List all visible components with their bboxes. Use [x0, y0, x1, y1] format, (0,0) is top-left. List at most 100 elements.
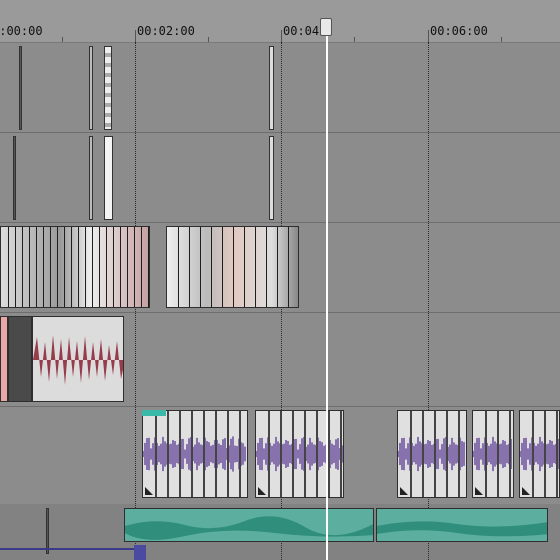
clip-frame-divider: [328, 411, 330, 497]
clip-frame-divider: [288, 227, 289, 307]
clip-frame-divider: [78, 227, 79, 307]
waveform: [473, 436, 512, 472]
clip-frame-divider: [244, 227, 245, 307]
waveform: [143, 436, 246, 472]
clip-frame-divider: [155, 411, 157, 497]
audio-clip-teal[interactable]: [124, 508, 374, 542]
audio-clip[interactable]: [8, 316, 32, 402]
clip-marker[interactable]: [19, 46, 22, 130]
envelope-handle[interactable]: [134, 545, 146, 560]
clip-frame-divider: [485, 411, 487, 497]
clip-frame-divider: [277, 227, 278, 307]
clip[interactable]: [269, 46, 274, 130]
video-clip-thumbnails[interactable]: [166, 226, 299, 308]
ruler-label-2min: 00:02:00: [137, 24, 195, 38]
clip-frame-divider: [222, 227, 223, 307]
clip-frame-divider: [189, 227, 190, 307]
ruler-label-0: 0:00:00: [0, 24, 43, 38]
clip-frame-divider: [203, 411, 205, 497]
audio-clip-purple[interactable]: [142, 410, 248, 498]
clip-frame-divider: [71, 227, 72, 307]
clip-corner-marker: [475, 487, 483, 495]
waveform: [520, 436, 559, 472]
playhead-handle[interactable]: [320, 18, 332, 36]
clip[interactable]: [104, 46, 112, 130]
clip-corner-marker: [145, 487, 153, 495]
clip-frame-divider: [148, 227, 149, 307]
clip-frame-divider: [233, 227, 234, 307]
clip-frame-divider: [92, 227, 93, 307]
clip-frame-divider: [200, 227, 201, 307]
clip-frame-divider: [8, 227, 9, 307]
clip-frame-divider: [178, 227, 179, 307]
clip-frame-divider: [215, 411, 217, 497]
clip-frame-divider: [43, 227, 44, 307]
clip-corner-marker: [400, 487, 408, 495]
clip-frame-divider: [292, 411, 294, 497]
clip-frame-divider: [106, 227, 107, 307]
audio-clip-purple[interactable]: [472, 410, 514, 498]
clip-frame-divider: [458, 411, 460, 497]
clip-corner-marker: [258, 487, 266, 495]
audio-clip-purple[interactable]: [397, 410, 467, 498]
clip[interactable]: [89, 136, 93, 220]
clip-frame-divider: [167, 411, 169, 497]
clip-frame-divider: [191, 411, 193, 497]
clip-frame-divider: [532, 411, 534, 497]
clip-frame-divider: [410, 411, 412, 497]
audio-clip-red-waveform[interactable]: [32, 316, 124, 402]
ruler-tick: [135, 30, 136, 42]
clip-frame-divider: [127, 227, 128, 307]
audio-clip-purple[interactable]: [519, 410, 560, 498]
clip[interactable]: [89, 46, 93, 130]
clip-frame-divider: [141, 227, 142, 307]
clip-frame-divider: [304, 411, 306, 497]
clip-frame-divider: [227, 411, 229, 497]
clip-frame-divider: [179, 411, 181, 497]
clip-frame-divider: [113, 227, 114, 307]
clip-frame-divider: [99, 227, 100, 307]
track-1[interactable]: [0, 42, 560, 133]
time-ruler[interactable]: 0:00:00 00:02:00 00:04: 00:06:00: [0, 0, 560, 43]
clip-frame-divider: [120, 227, 121, 307]
clip-frame-divider: [15, 227, 16, 307]
waveform: [398, 436, 465, 472]
waveform: [125, 516, 373, 540]
clip-fade-handle[interactable]: [142, 410, 166, 416]
clip-frame-divider: [64, 227, 65, 307]
timeline-editor[interactable]: 0:00:00 00:02:00 00:04: 00:06:00: [0, 0, 560, 560]
clip[interactable]: [269, 136, 274, 220]
clip-frame-divider: [544, 411, 546, 497]
clip-frame-divider: [134, 227, 135, 307]
waveform: [33, 335, 123, 385]
audio-clip-edge[interactable]: [0, 316, 8, 402]
clip[interactable]: [104, 136, 113, 220]
clip-frame-divider: [36, 227, 37, 307]
ruler-tick: [281, 30, 282, 42]
clip-frame-divider: [316, 411, 318, 497]
clip-frame-divider: [509, 411, 511, 497]
ruler-label-6min: 00:06:00: [430, 24, 488, 38]
clip-frame-divider: [497, 411, 499, 497]
clip-frame-divider: [446, 411, 448, 497]
video-clip-thumbnails[interactable]: [0, 226, 150, 308]
clip-frame-divider: [340, 411, 342, 497]
clip-marker[interactable]: [13, 136, 16, 220]
clip-frame-divider: [22, 227, 23, 307]
audio-clip-purple[interactable]: [255, 410, 344, 498]
clip-frame-divider: [57, 227, 58, 307]
clip-frame-divider: [211, 227, 212, 307]
envelope-line: [0, 548, 140, 550]
track-2[interactable]: [0, 132, 560, 223]
clip-frame-divider: [268, 411, 270, 497]
clip-corner-marker: [522, 487, 530, 495]
audio-clip-teal[interactable]: [376, 508, 548, 542]
ruler-tick: [428, 30, 429, 42]
clip-frame-divider: [434, 411, 436, 497]
clip-frame-divider: [266, 227, 267, 307]
clip-frame-divider: [556, 411, 558, 497]
playhead-line[interactable]: [326, 18, 328, 560]
waveform: [377, 521, 547, 537]
clip-frame-divider: [422, 411, 424, 497]
clip-frame-divider: [239, 411, 241, 497]
